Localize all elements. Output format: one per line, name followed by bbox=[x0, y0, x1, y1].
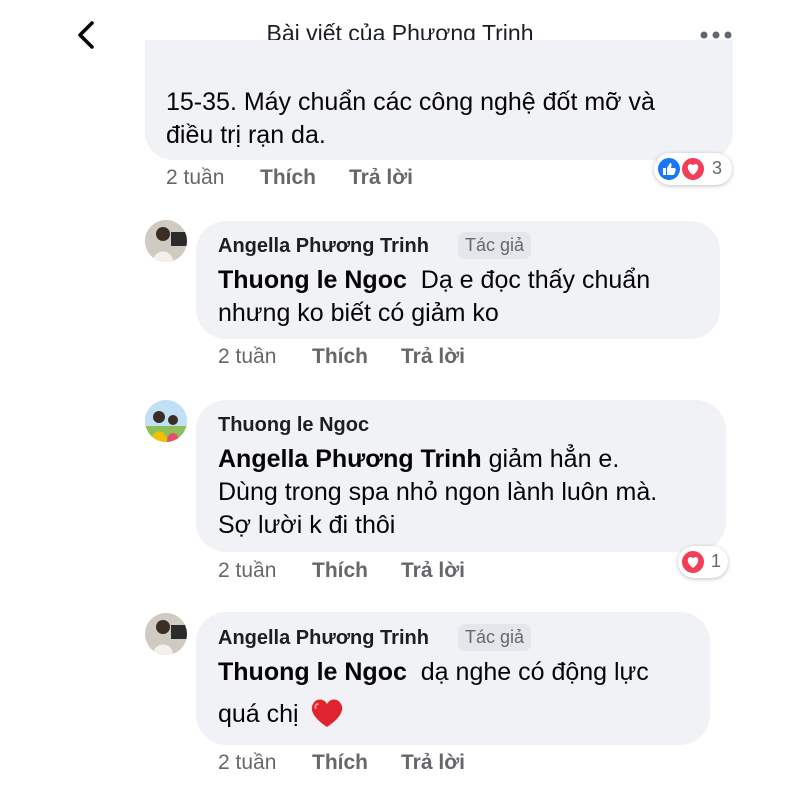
like-button[interactable]: Thích bbox=[312, 559, 368, 583]
like-button[interactable]: Thích bbox=[260, 166, 316, 190]
reaction-summary[interactable]: 1 bbox=[678, 546, 728, 578]
comment-text: giảm hẳn e. bbox=[488, 445, 620, 473]
comment-text-line: nhưng ko biết có giảm ko bbox=[218, 299, 499, 327]
reply-button[interactable]: Trả lời bbox=[401, 751, 465, 775]
reaction-summary[interactable]: 3 bbox=[654, 153, 732, 185]
mention-link[interactable]: Angella Phương Trinh bbox=[218, 445, 482, 473]
comment-text-line: Thuong le Ngoc Dạ e đọc thấy chuẩn bbox=[218, 263, 650, 297]
comment-time: 2 tuần bbox=[218, 751, 277, 774]
comment-text: dạ nghe có động lực bbox=[420, 658, 649, 686]
avatar[interactable] bbox=[145, 613, 187, 655]
comment-text-line: 15-35. Máy chuẩn các công nghệ đốt mỡ và bbox=[166, 88, 655, 116]
mention-link[interactable]: Thuong le Ngoc bbox=[218, 658, 407, 686]
comment-text-line: quá chị bbox=[218, 697, 344, 731]
comment-text-line: Sợ lười k đi thôi bbox=[218, 511, 396, 539]
comment-time: 2 tuần bbox=[218, 345, 277, 368]
author-badge: Tác giả bbox=[458, 232, 532, 259]
comment-text-line: Angella Phương Trinh giảm hẳn e. bbox=[218, 442, 619, 476]
avatar[interactable] bbox=[145, 220, 187, 262]
like-button[interactable]: Thích bbox=[312, 345, 368, 369]
comment-text-line: điều trị rạn da. bbox=[166, 121, 326, 149]
red-heart-emoji bbox=[311, 699, 342, 727]
comment-author[interactable]: Angella Phương Trinh bbox=[218, 627, 429, 650]
comment-time: 2 tuần bbox=[166, 166, 225, 189]
heart-icon bbox=[680, 156, 706, 182]
comment-author[interactable]: Angella Phương Trinh bbox=[218, 235, 429, 258]
heart-icon bbox=[680, 549, 706, 575]
comment-text-line: Dùng trong spa nhỏ ngon lành luôn mà. bbox=[218, 478, 658, 506]
comment-time: 2 tuần bbox=[218, 559, 277, 582]
mention-link[interactable]: Thuong le Ngoc bbox=[218, 266, 407, 294]
avatar[interactable] bbox=[145, 400, 187, 442]
comment-text-line: Thuong le Ngoc dạ nghe có động lực bbox=[218, 655, 649, 689]
comment-author[interactable]: Thuong le Ngoc bbox=[218, 414, 369, 437]
like-button[interactable]: Thích bbox=[312, 751, 368, 775]
comment-text: Dạ e đọc thấy chuẩn bbox=[420, 266, 651, 294]
like-icon bbox=[656, 156, 682, 182]
reply-button[interactable]: Trả lời bbox=[349, 166, 413, 190]
reply-button[interactable]: Trả lời bbox=[401, 345, 465, 369]
reaction-count: 1 bbox=[711, 551, 722, 571]
author-badge: Tác giả bbox=[458, 624, 532, 651]
reaction-count: 3 bbox=[712, 158, 723, 178]
reply-button[interactable]: Trả lời bbox=[401, 559, 465, 583]
comment-text: quá chị bbox=[218, 700, 299, 728]
